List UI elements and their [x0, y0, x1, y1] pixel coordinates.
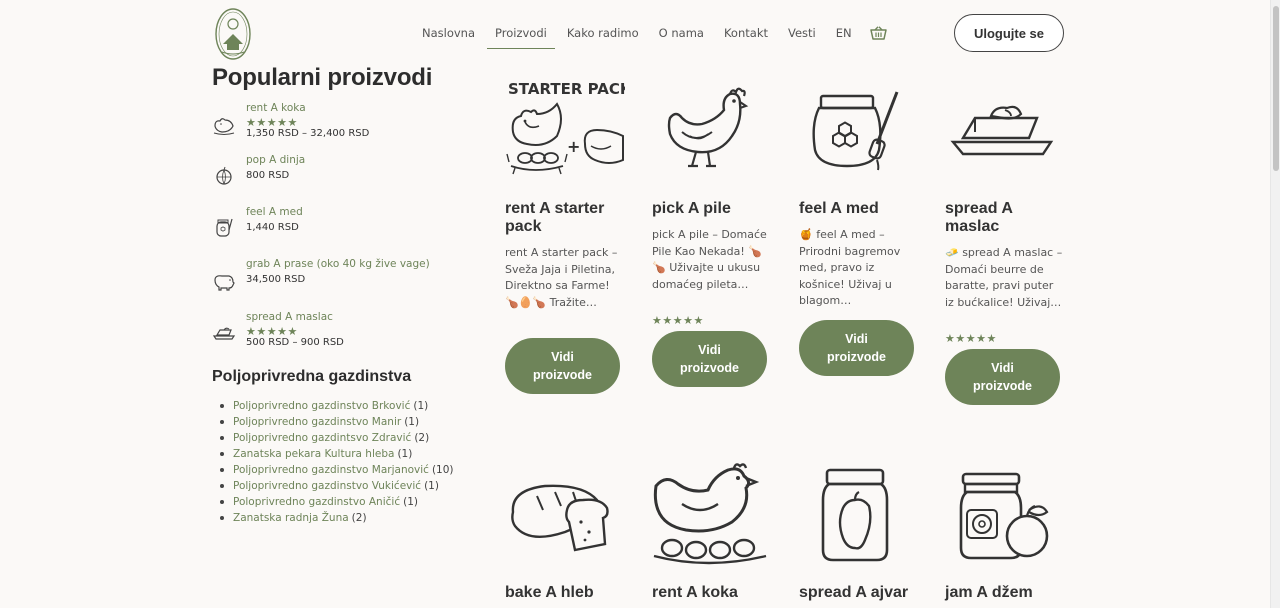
- popular-item-price: 800 RSD: [246, 170, 290, 181]
- popular-item-price: 500 RSD – 900 RSD: [246, 337, 344, 348]
- nav-proizvodi[interactable]: Proizvodi: [485, 18, 557, 49]
- main-nav: Naslovna Proizvodi Kako radimo O nama Ko…: [412, 18, 895, 49]
- site-logo[interactable]: [214, 6, 252, 62]
- product-title[interactable]: rent A starter pack: [505, 200, 625, 236]
- farms-list: Poljoprivredno gazdinstvo Brković (1) Pol…: [220, 398, 454, 526]
- farm-count: (1): [413, 400, 429, 412]
- product-title[interactable]: spread A ajvar: [799, 584, 919, 602]
- product-description: rent A starter pack – Sveža Jaja i Pilet…: [505, 246, 618, 309]
- melon-icon: [212, 164, 236, 188]
- product-description: 🧈 spread A maslac – Domaći beurre de bar…: [945, 246, 1063, 309]
- farm-link[interactable]: Poljoprivredno gazdinstvo Marjanović: [233, 464, 429, 476]
- popular-item-name[interactable]: grab A prase (oko 40 kg žive vage): [246, 258, 430, 270]
- page-scrollbar[interactable]: [1270, 0, 1280, 608]
- view-products-button[interactable]: Vidi proizvode: [652, 331, 767, 387]
- nesting-hen-icon[interactable]: [652, 460, 772, 570]
- farm-count: (10): [431, 464, 454, 476]
- farm-count: (1): [397, 448, 413, 460]
- nav-naslovna[interactable]: Naslovna: [412, 18, 485, 48]
- list-item: Poljoprivredno gazdinstvo Brković (1): [220, 398, 454, 414]
- popular-item-price: 1,440 RSD: [246, 222, 299, 233]
- product-title[interactable]: jam A džem: [945, 584, 1065, 602]
- farm-count: (2): [414, 432, 430, 444]
- farm-link[interactable]: Poljoprivredno gazdinstvo Brković: [233, 400, 410, 412]
- cart-icon[interactable]: [862, 18, 895, 48]
- farm-count: (1): [403, 496, 418, 508]
- nav-kontakt[interactable]: Kontakt: [714, 18, 778, 48]
- farm-link[interactable]: Poljoprivredno gazdinstvo Vukićević: [233, 480, 421, 492]
- hen-icon: [212, 114, 236, 138]
- farms-title: Poljoprivredna gazdinstva: [212, 368, 412, 385]
- login-button[interactable]: Ulogujte se: [954, 14, 1064, 52]
- farm-count: (1): [404, 416, 420, 428]
- rating-stars: ★★★★★: [945, 332, 997, 345]
- farm-link[interactable]: Poljoprivredno gazdintsvo Zdravić: [233, 432, 411, 444]
- popular-item-name[interactable]: pop A dinja: [246, 154, 305, 166]
- popular-item-price: 34,500 RSD: [246, 274, 306, 285]
- honey-jar-icon: [212, 216, 236, 240]
- list-item: Zanatska radnja Žuna (2): [220, 510, 454, 526]
- view-products-button[interactable]: Vidi proizvode: [799, 320, 914, 376]
- product-title[interactable]: pick A pile: [652, 200, 772, 218]
- starter-pack-icon[interactable]: STARTER PACK +: [505, 74, 633, 184]
- rating-stars: ★★★★★: [652, 314, 704, 327]
- butter-icon[interactable]: [945, 74, 1065, 184]
- farm-link[interactable]: Zanatska radnja Žuna: [233, 512, 349, 524]
- butter-icon: [212, 321, 236, 345]
- product-description: 🍯 feel A med – Prirodni bagremov med, pr…: [799, 228, 901, 307]
- view-products-button[interactable]: Vidi proizvode: [945, 349, 1060, 405]
- popular-products-title: Popularni proizvodi: [212, 64, 433, 91]
- view-products-button[interactable]: Vidi proizvode: [505, 338, 620, 394]
- list-item: Poljoprivredno gazdinstvo Vukićević (1): [220, 478, 454, 494]
- pig-icon: [212, 270, 236, 294]
- farm-link[interactable]: Poljoprivredno gazdinstvo Manir: [233, 416, 401, 428]
- product-title[interactable]: feel A med: [799, 200, 919, 218]
- nav-vesti[interactable]: Vesti: [778, 18, 826, 48]
- list-item: Poloprivredno gazdinstvo Aničić (1): [220, 494, 454, 510]
- farm-count: (1): [424, 480, 439, 492]
- svg-text:+: +: [567, 137, 580, 156]
- nav-language-en[interactable]: EN: [826, 18, 862, 48]
- farm-count: (2): [351, 512, 367, 524]
- hen-icon[interactable]: [652, 74, 772, 184]
- ajvar-jar-icon[interactable]: [799, 460, 919, 570]
- bread-icon[interactable]: [505, 460, 625, 570]
- product-description: pick A pile – Domaće Pile Kao Nekada! 🍗🍗…: [652, 228, 767, 291]
- farm-link[interactable]: Zanatska pekara Kultura hleba: [233, 448, 394, 460]
- svg-text:STARTER PACK: STARTER PACK: [508, 80, 625, 98]
- product-title[interactable]: spread A maslac: [945, 200, 1065, 236]
- popular-item-name[interactable]: spread A maslac: [246, 311, 333, 323]
- popular-item-name[interactable]: rent A koka: [246, 102, 306, 114]
- list-item: Poljoprivredno gazdinstvo Marjanović (10): [220, 462, 454, 478]
- product-title[interactable]: bake A hleb: [505, 584, 625, 602]
- scrollbar-thumb[interactable]: [1273, 6, 1279, 171]
- farm-link[interactable]: Poloprivredno gazdinstvo Aničić: [233, 496, 400, 508]
- jam-jar-icon[interactable]: [945, 460, 1065, 570]
- nav-o-nama[interactable]: O nama: [649, 18, 714, 48]
- list-item: Poljoprivredno gazdinstvo Manir (1): [220, 414, 454, 430]
- nav-kako-radimo[interactable]: Kako radimo: [557, 18, 649, 48]
- popular-item-name[interactable]: feel A med: [246, 206, 303, 218]
- product-title[interactable]: rent A koka: [652, 584, 772, 602]
- popular-item-price: 1,350 RSD – 32,400 RSD: [246, 128, 370, 139]
- list-item: Zanatska pekara Kultura hleba (1): [220, 446, 454, 462]
- list-item: Poljoprivredno gazdintsvo Zdravić (2): [220, 430, 454, 446]
- honey-jar-icon[interactable]: [799, 74, 919, 184]
